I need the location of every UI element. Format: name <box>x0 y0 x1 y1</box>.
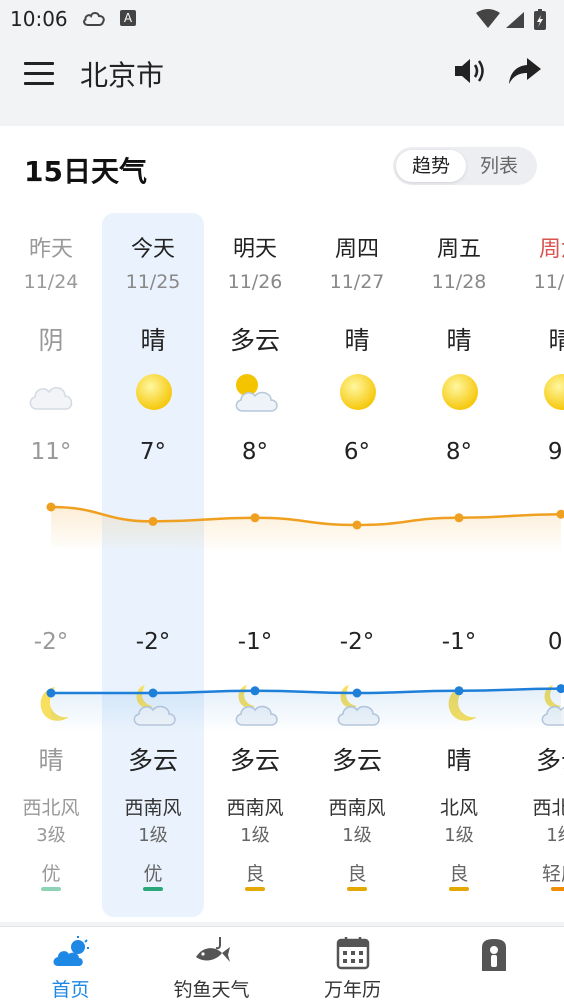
low-temp-point <box>352 688 362 698</box>
system-status-icons <box>476 9 546 30</box>
profile-icon <box>481 939 506 971</box>
bottom-nav: 首页 钓鱼天气 万年历 <box>0 926 564 1004</box>
notification-a-icon: A <box>120 10 136 26</box>
forecast-card: 15日天气 趋势 列表 昨天 11/24 阴 11° -2° 晴西北风 3级优今天 11/25… <box>0 126 564 922</box>
low-temp-line-glow <box>51 688 561 733</box>
nav-profile[interactable] <box>423 927 564 1004</box>
fish-icon <box>195 937 230 962</box>
calendar-icon <box>336 937 369 970</box>
menu-icon[interactable] <box>24 58 56 88</box>
low-temp-point <box>454 686 464 696</box>
nav-fishing[interactable]: 钓鱼天气 <box>141 927 282 1004</box>
nav-label-calendar: 万年历 <box>323 979 381 1001</box>
high-temp-point <box>46 502 56 512</box>
nav-label-fishing: 钓鱼天气 <box>173 979 250 1001</box>
section-title: 15日天气 <box>24 155 147 188</box>
status-time: 10:06 <box>10 7 68 31</box>
cloud-status-icon <box>83 12 105 26</box>
toggle-trend[interactable]: 趋势 <box>396 150 466 182</box>
app-bar: 北京市 <box>0 40 564 116</box>
low-temp-point <box>250 686 260 696</box>
high-temp-point <box>454 513 464 523</box>
high-temp-point <box>250 513 260 523</box>
high-temp-point <box>352 520 362 530</box>
share-icon[interactable] <box>507 54 543 88</box>
low-temp-point <box>148 688 158 698</box>
toggle-list[interactable]: 列表 <box>464 150 534 182</box>
weather-home-icon <box>53 936 89 966</box>
city-title[interactable]: 北京市 <box>80 54 164 94</box>
nav-home[interactable]: 首页 <box>0 927 141 1004</box>
nav-label-home: 首页 <box>51 979 90 1001</box>
status-bar: 10:06 A <box>0 0 564 40</box>
high-temp-point <box>148 516 158 526</box>
low-temp-point <box>46 688 56 698</box>
speaker-icon[interactable] <box>452 54 488 88</box>
view-toggle: 趋势 列表 <box>393 147 537 185</box>
nav-calendar[interactable]: 万年历 <box>282 927 423 1004</box>
high-temp-line-glow <box>51 507 561 555</box>
temperature-trend-chart <box>46 502 564 733</box>
